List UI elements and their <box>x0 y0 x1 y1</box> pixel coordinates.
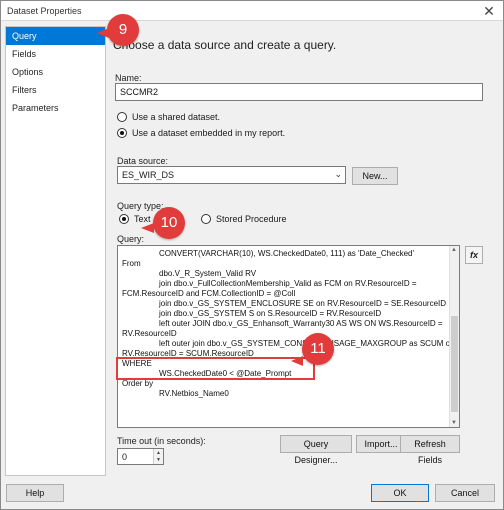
scroll-up-icon[interactable]: ▲ <box>451 247 457 253</box>
import-button[interactable]: Import... <box>356 435 406 453</box>
timeout-stepper[interactable]: 0 ▲ ▼ <box>117 448 164 465</box>
radio-stored-procedure-indicator[interactable] <box>201 214 211 224</box>
new-datasource-button[interactable]: New... <box>352 167 398 185</box>
query-line: FCM.ResourceID and FCM.CollectionID = @C… <box>122 289 296 298</box>
where-clause-highlight <box>116 357 315 380</box>
help-button[interactable]: Help <box>6 484 64 502</box>
radio-embedded-indicator[interactable] <box>117 128 127 138</box>
nav-item-query[interactable]: Query <box>6 27 105 45</box>
callout-pointer <box>291 356 303 366</box>
query-line: Order by <box>122 379 154 388</box>
query-type-label: Query type: <box>117 201 164 211</box>
nav-item-parameters[interactable]: Parameters <box>6 99 105 117</box>
query-line: join dbo.v_GS_SYSTEM S on S.ResourceID =… <box>159 309 382 318</box>
datasource-value: ES_WIR_DS <box>122 170 175 180</box>
query-line: join dbo.v_FullCollectionMembership_Vali… <box>159 279 417 288</box>
dataset-properties-window: Dataset Properties ✕ Query Fields Option… <box>0 0 504 510</box>
name-label: Name: <box>115 73 142 83</box>
close-icon[interactable]: ✕ <box>481 3 497 19</box>
refresh-fields-button[interactable]: Refresh Fields <box>400 435 460 465</box>
query-line: join dbo.v_GS_SYSTEM_ENCLOSURE SE on RV.… <box>159 299 447 308</box>
cancel-button[interactable]: Cancel <box>435 484 495 502</box>
title-bar: Dataset Properties ✕ <box>1 1 503 21</box>
left-nav: Query Fields Options Filters Parameters <box>5 26 106 476</box>
query-line: dbo.V_R_System_Valid RV <box>159 269 257 278</box>
nav-item-options[interactable]: Options <box>6 63 105 81</box>
radio-embedded-label: Use a dataset embedded in my report. <box>132 128 286 138</box>
query-editor[interactable]: CONVERT(VARCHAR(10), WS.CheckedDate0, 11… <box>117 245 460 428</box>
query-line: From <box>122 259 141 268</box>
radio-shared-indicator[interactable] <box>117 112 127 122</box>
radio-stored-procedure[interactable]: Stored Procedure <box>201 214 287 224</box>
radio-text-indicator[interactable] <box>119 214 129 224</box>
scrollbar-thumb[interactable] <box>451 316 458 412</box>
callout-badge-9: 9 <box>107 14 139 46</box>
query-label: Query: <box>117 234 145 244</box>
stepper-down-icon[interactable]: ▼ <box>153 456 163 464</box>
query-line: left outer JOIN dbo.v_GS_Enhansoft_Warra… <box>159 319 443 328</box>
callout-badge-10: 10 <box>153 207 185 239</box>
query-scrollbar[interactable]: ▲ ▼ <box>449 246 459 427</box>
query-line: left outer join dbo.v_GS_SYSTEM_CONSOLE_… <box>159 339 455 348</box>
ok-button[interactable]: OK <box>371 484 429 502</box>
datasource-label: Data source: <box>117 156 169 166</box>
query-line: CONVERT(VARCHAR(10), WS.CheckedDate0, 11… <box>159 249 414 258</box>
radio-stored-procedure-label: Stored Procedure <box>216 214 287 224</box>
callout-badge-11: 11 <box>302 333 334 365</box>
scroll-down-icon[interactable]: ▼ <box>451 420 457 426</box>
nav-item-filters[interactable]: Filters <box>6 81 105 99</box>
timeout-label: Time out (in seconds): <box>117 436 206 446</box>
dialog-footer: Help OK Cancel <box>1 479 503 509</box>
chevron-down-icon[interactable]: ⌄ <box>334 169 342 180</box>
nav-item-fields[interactable]: Fields <box>6 45 105 63</box>
window-title: Dataset Properties <box>7 6 82 16</box>
query-line: RV.ResourceID <box>122 329 177 338</box>
radio-shared-dataset[interactable]: Use a shared dataset. <box>117 112 220 122</box>
query-line: RV.Netbios_Name0 <box>159 389 229 398</box>
timeout-value: 0 <box>122 452 128 462</box>
datasource-select[interactable]: ES_WIR_DS ⌄ <box>117 166 346 184</box>
page-heading: Choose a data source and create a query. <box>113 38 337 52</box>
name-field[interactable]: SCCMR2 <box>115 83 483 101</box>
radio-shared-label: Use a shared dataset. <box>132 112 221 122</box>
content-pane: Choose a data source and create a query.… <box>113 26 499 476</box>
radio-embedded-dataset[interactable]: Use a dataset embedded in my report. <box>117 128 285 138</box>
query-designer-button[interactable]: Query Designer... <box>280 435 352 465</box>
callout-pointer <box>141 223 154 233</box>
callout-pointer <box>97 28 109 38</box>
expression-button[interactable]: fx <box>465 246 483 264</box>
